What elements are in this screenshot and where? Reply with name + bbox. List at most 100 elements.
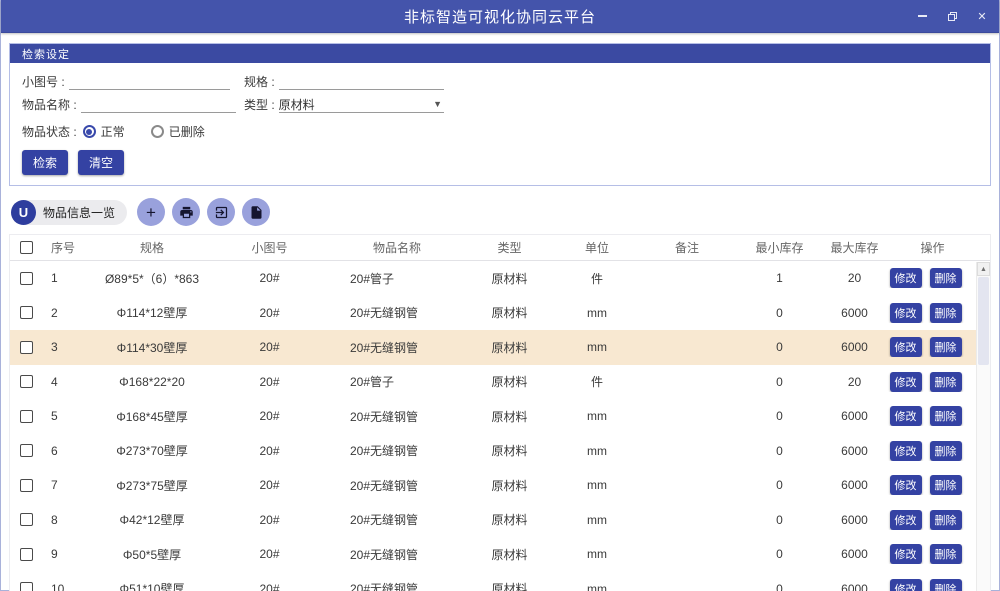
row-checkbox[interactable] xyxy=(20,410,33,423)
row-actions: 修改删除 xyxy=(887,303,976,323)
add-button[interactable]: + xyxy=(137,198,165,226)
row-checkbox[interactable] xyxy=(20,375,33,388)
cell-min-stock: 0 xyxy=(737,375,822,389)
row-actions: 修改删除 xyxy=(887,372,976,392)
clear-button[interactable]: 清空 xyxy=(78,150,124,175)
edit-button[interactable]: 修改 xyxy=(890,303,922,323)
row-checkbox[interactable] xyxy=(20,548,33,561)
table-row[interactable]: 4Φ168*22*2020#20#管子原材料件020修改删除 xyxy=(10,365,976,400)
minimize-button[interactable] xyxy=(915,9,929,23)
cell-spec: Φ168*22*20 xyxy=(97,375,207,389)
delete-button[interactable]: 删除 xyxy=(930,544,962,564)
row-checkbox-cell xyxy=(10,479,42,492)
minimize-icon xyxy=(918,15,927,17)
spec-input[interactable] xyxy=(279,73,444,90)
delete-button[interactable]: 删除 xyxy=(930,303,962,323)
select-all-checkbox[interactable] xyxy=(20,241,33,254)
cell-unit: mm xyxy=(557,478,637,492)
delete-button[interactable]: 删除 xyxy=(930,441,962,461)
table-row[interactable]: 7Φ273*75壁厚20#20#无缝钢管原材料mm06000修改删除 xyxy=(10,468,976,503)
cell-type: 原材料 xyxy=(462,373,557,390)
cell-drawing-no: 20# xyxy=(207,340,332,354)
cell-min-stock: 1 xyxy=(737,271,822,285)
cell-spec: Φ50*5壁厚 xyxy=(97,546,207,563)
row-checkbox[interactable] xyxy=(20,479,33,492)
table-row[interactable]: 2Φ114*12壁厚20#20#无缝钢管原材料mm06000修改删除 xyxy=(10,296,976,331)
cell-type: 原材料 xyxy=(462,442,557,459)
cell-unit: 件 xyxy=(557,373,637,390)
row-actions: 修改删除 xyxy=(887,579,976,591)
cell-spec: Φ42*12壁厚 xyxy=(97,511,207,528)
drawing-no-label: 小图号 : xyxy=(16,73,65,90)
edit-button[interactable]: 修改 xyxy=(890,268,922,288)
cell-drawing-no: 20# xyxy=(207,582,332,591)
file-button[interactable] xyxy=(242,198,270,226)
cell-min-stock: 0 xyxy=(737,409,822,423)
restore-button[interactable] xyxy=(945,9,959,23)
edit-button[interactable]: 修改 xyxy=(890,579,922,591)
row-actions: 修改删除 xyxy=(887,475,976,495)
cell-name: 20#无缝钢管 xyxy=(332,477,462,494)
title-bar: 非标智造可视化协同云平台 ✕ xyxy=(1,0,999,33)
edit-button[interactable]: 修改 xyxy=(890,475,922,495)
table-row[interactable]: 9Φ50*5壁厚20#20#无缝钢管原材料mm06000修改删除 xyxy=(10,537,976,572)
column-header-max-stock: 最大库存 xyxy=(822,239,887,256)
row-checkbox[interactable] xyxy=(20,272,33,285)
delete-button[interactable]: 删除 xyxy=(930,475,962,495)
cell-spec: Φ114*30壁厚 xyxy=(97,339,207,356)
table-row[interactable]: 1Ø89*5*（6）*86320#20#管子原材料件120修改删除 xyxy=(10,261,976,296)
edit-button[interactable]: 修改 xyxy=(890,441,922,461)
row-checkbox[interactable] xyxy=(20,582,33,591)
delete-button[interactable]: 删除 xyxy=(930,579,962,591)
cell-unit: mm xyxy=(557,409,637,423)
close-button[interactable]: ✕ xyxy=(975,9,989,23)
row-checkbox[interactable] xyxy=(20,306,33,319)
radio-unchecked-icon xyxy=(151,125,164,138)
row-actions: 修改删除 xyxy=(887,406,976,426)
cell-no: 8 xyxy=(42,513,97,527)
column-header-remark: 备注 xyxy=(637,239,737,256)
item-name-input[interactable] xyxy=(81,96,236,113)
close-icon: ✕ xyxy=(977,10,986,23)
cell-type: 原材料 xyxy=(462,511,557,528)
scrollbar-up-button[interactable]: ▲ xyxy=(977,262,990,276)
delete-button[interactable]: 删除 xyxy=(930,510,962,530)
type-select[interactable]: 原材料 ▼ xyxy=(279,96,444,113)
edit-button[interactable]: 修改 xyxy=(890,510,922,530)
cell-drawing-no: 20# xyxy=(207,306,332,320)
search-button[interactable]: 检索 xyxy=(22,150,68,175)
cell-name: 20#无缝钢管 xyxy=(332,442,462,459)
export-button[interactable] xyxy=(207,198,235,226)
cell-name: 20#无缝钢管 xyxy=(332,304,462,321)
delete-button[interactable]: 删除 xyxy=(930,268,962,288)
cell-name: 20#无缝钢管 xyxy=(332,408,462,425)
table-row[interactable]: 6Φ273*70壁厚20#20#无缝钢管原材料mm06000修改删除 xyxy=(10,434,976,469)
row-checkbox[interactable] xyxy=(20,444,33,457)
delete-button[interactable]: 删除 xyxy=(930,372,962,392)
table-header: 序号 规格 小图号 物品名称 类型 单位 备注 最小库存 最大库存 操作 xyxy=(10,235,990,261)
edit-button[interactable]: 修改 xyxy=(890,406,922,426)
print-button[interactable] xyxy=(172,198,200,226)
scrollbar-thumb[interactable] xyxy=(978,277,989,365)
edit-button[interactable]: 修改 xyxy=(890,544,922,564)
item-name-label: 物品名称 : xyxy=(16,96,77,113)
delete-button[interactable]: 删除 xyxy=(930,406,962,426)
edit-button[interactable]: 修改 xyxy=(890,337,922,357)
table-row[interactable]: 10Φ51*10壁厚20#20#无缝钢管原材料mm06000修改删除 xyxy=(10,572,976,591)
row-checkbox[interactable] xyxy=(20,513,33,526)
table-row[interactable]: 5Φ168*45壁厚20#20#无缝钢管原材料mm06000修改删除 xyxy=(10,399,976,434)
edit-button[interactable]: 修改 xyxy=(890,372,922,392)
status-radio-normal[interactable]: 正常 xyxy=(83,123,145,140)
column-header-spec: 规格 xyxy=(97,239,207,256)
table-row[interactable]: 8Φ42*12壁厚20#20#无缝钢管原材料mm06000修改删除 xyxy=(10,503,976,538)
row-checkbox-cell xyxy=(10,513,42,526)
drawing-no-input[interactable] xyxy=(69,73,230,90)
delete-button[interactable]: 删除 xyxy=(930,337,962,357)
status-radio-deleted[interactable]: 已删除 xyxy=(151,123,225,140)
cell-min-stock: 0 xyxy=(737,444,822,458)
row-checkbox[interactable] xyxy=(20,341,33,354)
cell-max-stock: 20 xyxy=(822,375,887,389)
table-scrollbar[interactable]: ▲ ▼ xyxy=(976,262,990,591)
table-row[interactable]: 3Φ114*30壁厚20#20#无缝钢管原材料mm06000修改删除 xyxy=(10,330,976,365)
cell-spec: Φ114*12壁厚 xyxy=(97,304,207,321)
